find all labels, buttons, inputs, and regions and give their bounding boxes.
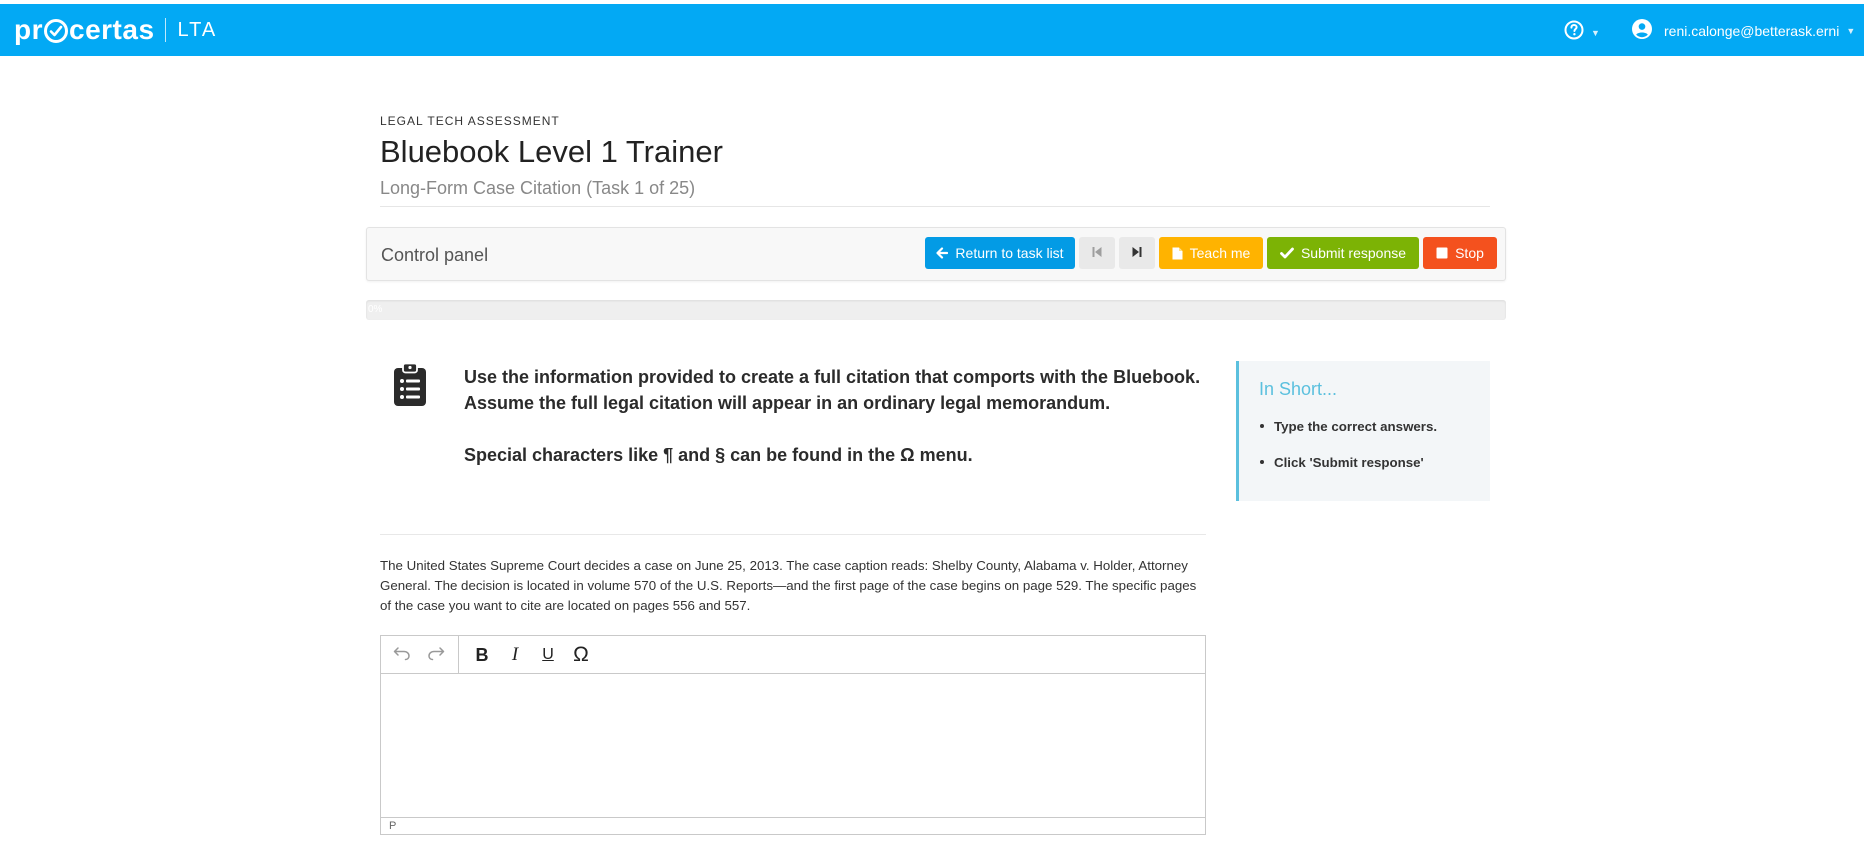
control-panel-title: Control panel bbox=[381, 245, 489, 265]
in-short-list: Type the correct answers. Click 'Submit … bbox=[1259, 417, 1437, 489]
stop-label: Stop bbox=[1455, 245, 1484, 261]
assessment-label: LEGAL TECH ASSESSMENT bbox=[380, 114, 560, 128]
redo-button[interactable] bbox=[423, 642, 449, 668]
underline-button[interactable]: U bbox=[535, 642, 561, 668]
list-item: Click 'Submit response' bbox=[1259, 453, 1437, 471]
submit-response-button[interactable]: Submit response bbox=[1267, 237, 1419, 269]
progress-label: 0% bbox=[368, 304, 383, 315]
bold-button[interactable]: B bbox=[469, 642, 495, 668]
page-header: LEGAL TECH ASSESSMENT Bluebook Level 1 T… bbox=[380, 112, 1490, 207]
task-subtitle: Long-Form Case Citation (Task 1 of 25) bbox=[380, 178, 696, 198]
user-menu[interactable]: reni.calonge@betterask.erni ▼ bbox=[1632, 19, 1855, 42]
logo-text-right: certas bbox=[69, 14, 155, 45]
stop-square-icon bbox=[1436, 247, 1448, 259]
step-backward-icon bbox=[1091, 245, 1103, 261]
file-icon bbox=[1172, 247, 1183, 260]
task-instructions: Use the information provided to create a… bbox=[464, 364, 1224, 468]
teach-me-button[interactable]: Teach me bbox=[1159, 237, 1263, 269]
case-prompt: The United States Supreme Court decides … bbox=[380, 558, 1197, 613]
return-button-label: Return to task list bbox=[955, 245, 1064, 261]
bullet bbox=[1260, 424, 1264, 428]
top-navbar: pr certas LTA ▼ reni.calonge@betterask.e… bbox=[0, 4, 1864, 56]
redo-icon bbox=[427, 645, 445, 666]
citation-editor: B I U Ω P bbox=[380, 635, 1206, 835]
step-forward-icon bbox=[1131, 245, 1143, 261]
logo-wordmark: pr certas bbox=[14, 14, 155, 46]
instruction-special-chars: Special characters like ¶ and § can be f… bbox=[464, 445, 973, 465]
editor-toolbar: B I U Ω bbox=[381, 636, 1205, 674]
next-task-button[interactable] bbox=[1119, 237, 1155, 269]
user-circle-icon bbox=[1632, 19, 1652, 42]
list-item: Type the correct answers. bbox=[1259, 417, 1437, 435]
page-title: Bluebook Level 1 Trainer bbox=[380, 134, 723, 169]
progress-bar: 0% bbox=[366, 300, 1506, 320]
bullet bbox=[1260, 460, 1264, 464]
return-to-task-list-button[interactable]: Return to task list bbox=[925, 237, 1075, 269]
logo-check-icon bbox=[44, 19, 68, 43]
logo-text-left: pr bbox=[14, 14, 43, 45]
chevron-down-icon: ▼ bbox=[1591, 27, 1600, 38]
check-icon bbox=[1280, 247, 1294, 259]
clipboard-list-icon bbox=[393, 362, 427, 412]
logo-divider bbox=[164, 18, 166, 42]
editor-statusbar: P bbox=[381, 817, 1205, 834]
in-short-panel: In Short... Type the correct answers. Cl… bbox=[1236, 361, 1490, 501]
section-divider bbox=[380, 534, 1206, 535]
user-email: reni.calonge@betterask.erni bbox=[1664, 22, 1840, 39]
chevron-down-icon: ▼ bbox=[1846, 25, 1856, 36]
citation-input-area[interactable] bbox=[381, 674, 1205, 817]
control-panel: Control panel Return to task list Teach … bbox=[366, 227, 1506, 281]
element-path[interactable]: P bbox=[389, 820, 396, 832]
submit-response-label: Submit response bbox=[1300, 245, 1407, 261]
teach-me-label: Teach me bbox=[1189, 245, 1251, 261]
product-name: LTA bbox=[177, 18, 218, 41]
stop-button[interactable]: Stop bbox=[1423, 237, 1497, 269]
in-short-title: In Short... bbox=[1259, 379, 1338, 399]
question-circle-icon bbox=[1564, 20, 1584, 45]
undo-icon bbox=[393, 645, 411, 666]
special-characters-button[interactable]: Ω bbox=[568, 642, 594, 668]
list-item-text: Type the correct answers. bbox=[1274, 418, 1438, 434]
undo-button[interactable] bbox=[389, 642, 415, 668]
procertas-logo[interactable]: pr certas LTA bbox=[14, 14, 217, 46]
help-menu[interactable]: ▼ bbox=[1564, 20, 1600, 45]
italic-button[interactable]: I bbox=[502, 642, 528, 668]
instruction-main: Use the information provided to create a… bbox=[464, 367, 1201, 413]
arrow-left-icon bbox=[936, 247, 949, 259]
previous-task-button[interactable] bbox=[1079, 237, 1115, 269]
list-item-text: Click 'Submit response' bbox=[1274, 454, 1424, 470]
